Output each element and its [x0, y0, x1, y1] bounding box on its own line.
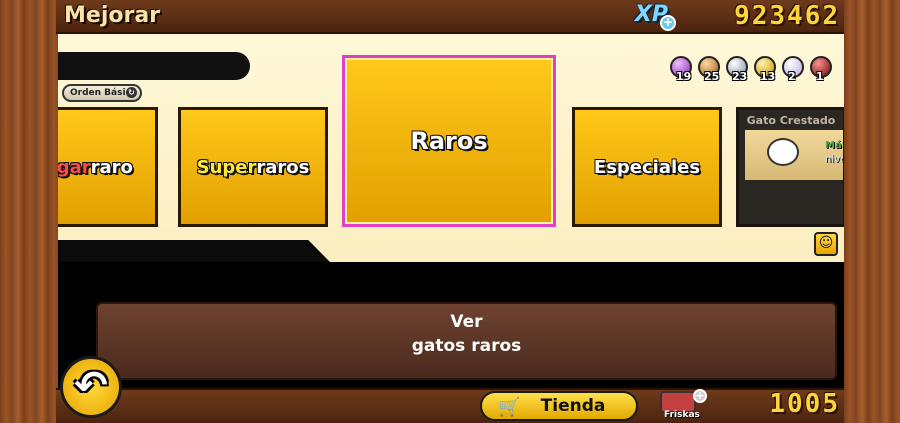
category-card-superrare[interactable]: Super raros — [178, 107, 328, 227]
category-card-rare[interactable]: Raros — [342, 55, 556, 227]
rare-label: Raros — [410, 127, 488, 155]
friskas-value: 1005 — [769, 389, 840, 419]
back-arrow-icon: ↶ — [74, 363, 108, 409]
stage-shadow — [58, 240, 844, 262]
cat-icon — [767, 138, 799, 166]
info-line-1: Ver — [450, 312, 483, 332]
shop-label: Tienda — [540, 396, 606, 416]
orb-count: 23 — [732, 70, 748, 83]
featured-cat-image: Máx. nivel — [745, 130, 843, 180]
featured-cat-title: Gato Crestado — [746, 114, 836, 127]
sort-button[interactable]: Orden Básico ↻ — [62, 84, 142, 102]
title-banner — [58, 52, 250, 80]
refresh-icon: ↻ — [126, 87, 137, 98]
wood-frame-right — [844, 0, 900, 423]
friskas-plus-icon[interactable]: + — [693, 389, 707, 403]
orb-3: 23 — [724, 56, 750, 86]
legendary-label-rest: raro — [90, 156, 133, 178]
bottom-bar — [56, 388, 844, 423]
orb-count: 2 — [788, 70, 796, 83]
orb-1: 19 — [668, 56, 694, 86]
back-button[interactable]: ↶ — [60, 356, 122, 418]
orb-4: 13 — [752, 56, 778, 86]
page-title: Mejorar — [64, 3, 161, 28]
orb-inventory: 19 25 23 13 2 1 — [668, 56, 834, 86]
legendary-label-highlight: Legar — [58, 156, 91, 178]
category-carousel: Orden Básico ↻ 19 25 23 13 2 1 Legarraro… — [58, 34, 844, 262]
info-line-2: gatos raros — [411, 336, 522, 356]
superrare-label-rest: raros — [256, 156, 310, 178]
featured-cat-card[interactable]: Gato Crestado Máx. nivel — [736, 107, 844, 227]
orb-6: 1 — [808, 56, 834, 86]
level-label: nivel — [825, 154, 843, 165]
stage-notch — [58, 240, 330, 262]
wood-frame-left — [0, 0, 58, 423]
category-card-legendary[interactable]: Legarraro — [58, 107, 158, 227]
xp-plus-icon[interactable]: + — [660, 15, 676, 31]
friskas-label: Friskas — [664, 410, 700, 420]
orb-5: 2 — [780, 56, 806, 86]
max-level-badge: Máx. — [825, 140, 843, 151]
category-card-special[interactable]: Especiales — [572, 107, 722, 227]
orb-count: 25 — [704, 70, 720, 83]
xp-value: 923462 — [734, 1, 840, 31]
orb-count: 19 — [676, 70, 692, 83]
shop-button[interactable]: 🛒 Tienda — [480, 391, 638, 421]
orb-2: 25 — [696, 56, 722, 86]
superrare-label-highlight: Super — [196, 156, 257, 178]
special-label: Especiales — [593, 156, 701, 178]
info-panel: Ver gatos raros — [96, 302, 837, 380]
top-bar: Mejorar XP + 923462 — [56, 0, 844, 34]
cart-icon: 🛒 — [498, 397, 521, 418]
orb-count: 1 — [816, 70, 824, 83]
orb-count: 13 — [760, 70, 776, 83]
